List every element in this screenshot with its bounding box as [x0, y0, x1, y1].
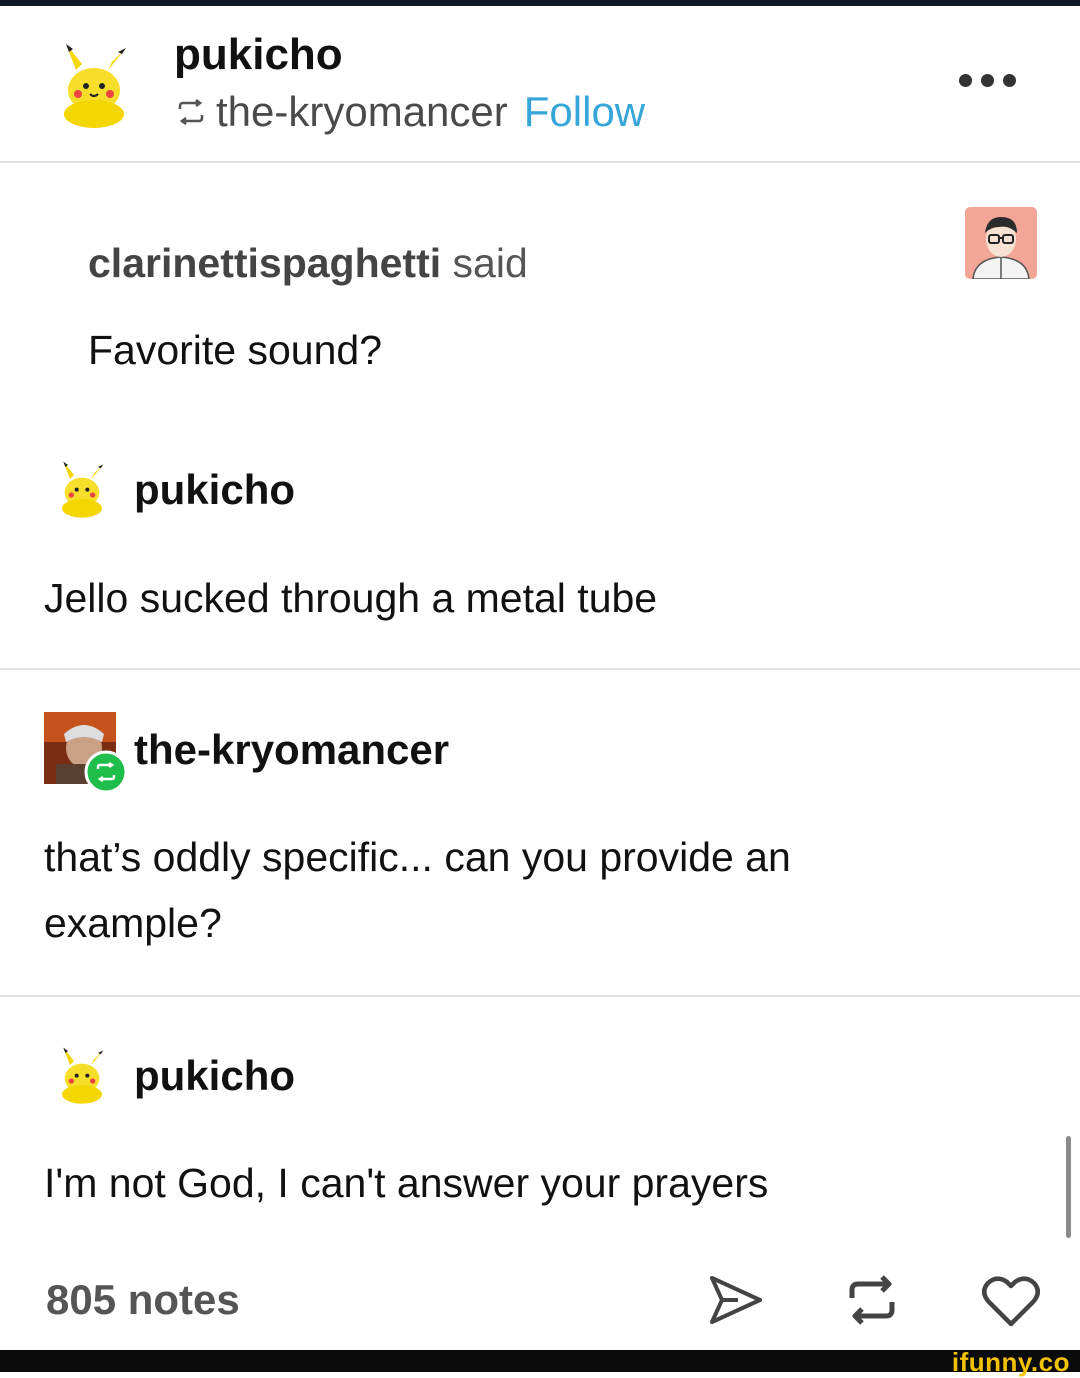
asker-avatar-icon[interactable]	[965, 207, 1037, 284]
said-label: said	[452, 240, 528, 286]
pikachu-avatar-icon[interactable]	[52, 34, 136, 135]
kryomancer-avatar-icon[interactable]	[44, 712, 130, 799]
ask-header: clarinettispaghetti said	[88, 240, 528, 287]
pikachu-avatar-icon[interactable]	[54, 1040, 110, 1111]
thread-post-text: I'm not God, I can't answer your prayers	[44, 1160, 769, 1206]
ask-question: Favorite sound?	[88, 327, 383, 373]
follow-button[interactable]: Follow	[524, 88, 645, 136]
thread-post-text: that’s oddly specific... can you provide…	[44, 834, 791, 946]
scrollbar[interactable]	[1066, 1136, 1071, 1238]
reblog-small-icon	[178, 99, 204, 125]
watermark-logo: ifunny.co	[951, 1347, 1070, 1377]
bottom-bar	[0, 1350, 1080, 1372]
thread-author-name[interactable]: pukicho	[134, 466, 295, 514]
more-options-icon[interactable]	[959, 74, 1016, 87]
reblog-source-line: the-kryomancer Follow	[176, 88, 645, 136]
thread-author-name[interactable]: pukicho	[134, 1052, 295, 1100]
heart-icon[interactable]	[982, 1274, 1040, 1333]
post-author-name[interactable]: pukicho	[174, 30, 343, 80]
asker-name[interactable]: clarinettispaghetti	[88, 240, 441, 286]
pikachu-avatar-icon[interactable]	[54, 454, 110, 525]
divider	[0, 161, 1080, 163]
thread-post-text: Jello sucked through a metal tube	[44, 575, 658, 621]
notes-count[interactable]: 805 notes	[46, 1276, 240, 1324]
send-icon[interactable]	[708, 1274, 764, 1331]
divider	[0, 668, 1080, 670]
divider	[0, 995, 1080, 997]
reblog-icon[interactable]	[844, 1272, 900, 1333]
reblog-source-name[interactable]: the-kryomancer	[216, 88, 508, 136]
thread-author-name[interactable]: the-kryomancer	[134, 726, 449, 774]
top-bar	[0, 0, 1080, 6]
